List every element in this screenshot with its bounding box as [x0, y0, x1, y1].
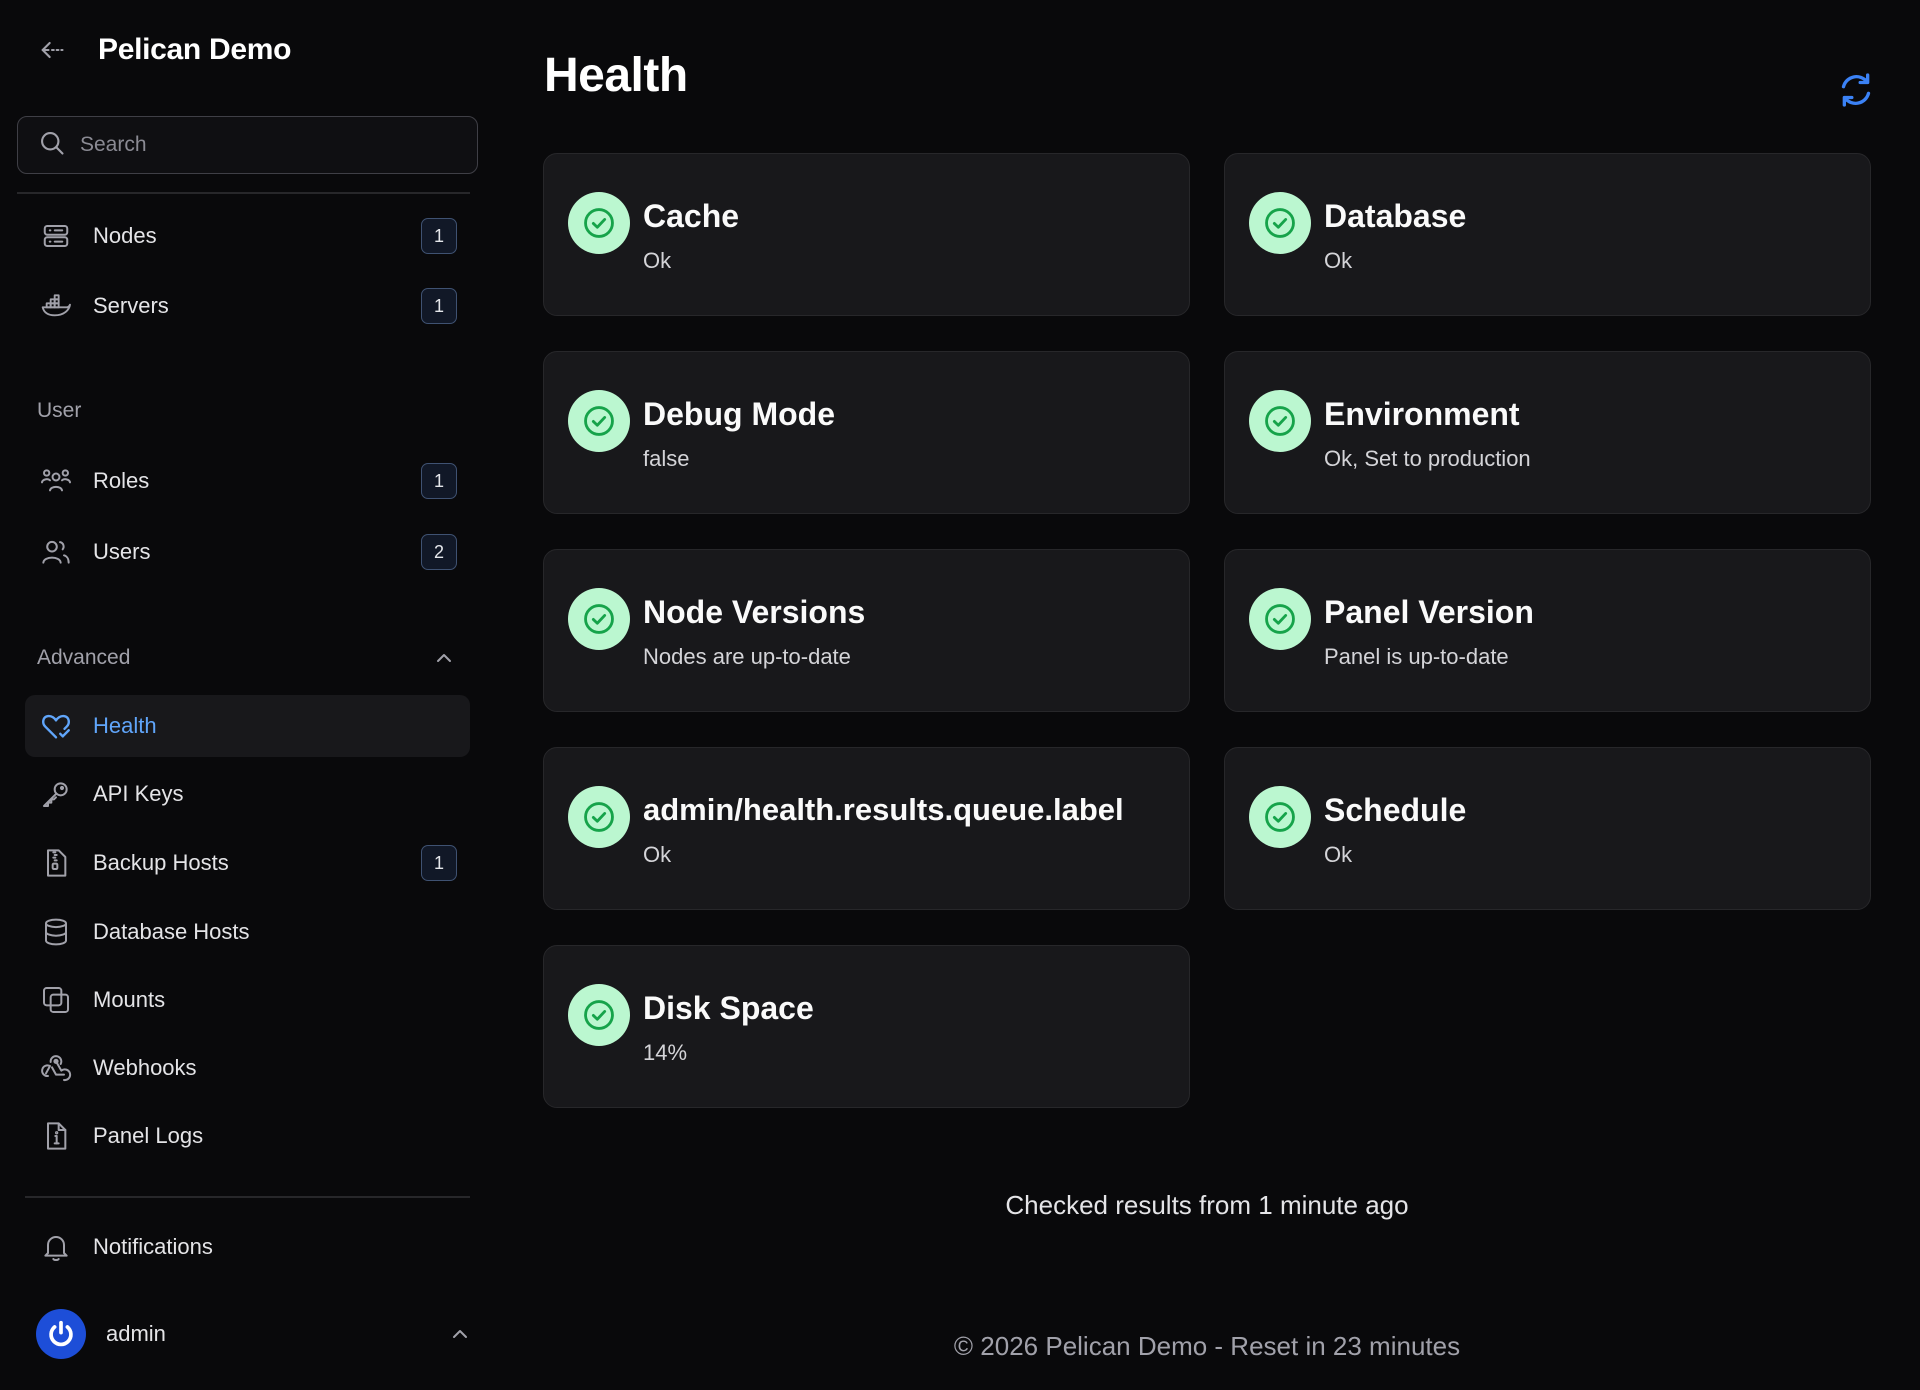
count-badge: 1	[421, 288, 457, 324]
check-circle-icon	[568, 786, 630, 848]
sidebar-item-api-keys[interactable]: API Keys	[25, 763, 470, 825]
count-badge: 1	[421, 463, 457, 499]
check-circle-icon	[568, 984, 630, 1046]
users-icon	[39, 535, 73, 569]
search-input[interactable]	[80, 133, 440, 157]
health-check-card: Debug Mode false	[543, 351, 1190, 514]
check-message: 14%	[643, 1040, 688, 1065]
file-info-icon	[39, 1119, 73, 1153]
search-box[interactable]	[17, 116, 478, 174]
sidebar-item-label: Roles	[93, 468, 150, 493]
check-title: admin/health.results.queue.label	[643, 792, 1124, 827]
back-arrow-icon[interactable]	[36, 34, 68, 66]
check-title: Debug Mode	[643, 396, 835, 432]
sidebar-item-backup-hosts[interactable]: Backup Hosts 1	[25, 832, 470, 894]
sidebar-item-panel-logs[interactable]: Panel Logs	[25, 1105, 470, 1167]
sidebar-item-label: Webhooks	[93, 1055, 197, 1080]
check-title: Panel Version	[1324, 594, 1534, 630]
health-check-card: admin/health.results.queue.label Ok	[543, 747, 1190, 910]
app-root: Pelican Demo Nodes 1	[0, 0, 1920, 1390]
file-zip-icon	[39, 846, 73, 880]
check-title: Environment	[1324, 396, 1520, 432]
count-badge: 2	[421, 534, 457, 570]
sidebar-item-nodes[interactable]: Nodes 1	[25, 205, 470, 267]
check-message: Ok	[1324, 842, 1353, 867]
health-check-card: Environment Ok, Set to production	[1224, 351, 1871, 514]
sidebar-item-label: Panel Logs	[93, 1123, 204, 1148]
check-message: false	[643, 446, 690, 471]
sidebar-item-roles[interactable]: Roles 1	[25, 450, 470, 512]
check-title: Node Versions	[643, 594, 866, 630]
check-message: Ok	[643, 842, 672, 867]
user-group-icon	[39, 464, 73, 498]
user-name: admin	[106, 1321, 166, 1346]
database-icon	[39, 915, 73, 949]
server-rack-icon	[39, 219, 73, 253]
sidebar-item-label: Servers	[93, 293, 169, 318]
health-check-card: Panel Version Panel is up-to-date	[1224, 549, 1871, 712]
last-checked-text: Checked results from 1 minute ago	[1005, 1190, 1409, 1220]
bell-icon	[39, 1230, 73, 1264]
refresh-icon[interactable]	[1836, 70, 1876, 110]
sidebar-item-label: API Keys	[93, 781, 184, 806]
sidebar-item-label: Backup Hosts	[93, 850, 229, 875]
footer-text: © 2026 Pelican Demo - Reset in 23 minute…	[953, 1331, 1461, 1361]
check-circle-icon	[1249, 786, 1311, 848]
health-check-card: Database Ok	[1224, 153, 1871, 316]
check-title: Database	[1324, 198, 1467, 234]
key-icon	[39, 777, 73, 811]
check-message: Nodes are up-to-date	[643, 644, 851, 669]
check-title: Schedule	[1324, 792, 1467, 828]
sidebar-item-mounts[interactable]: Mounts	[25, 969, 470, 1031]
sidebar-item-label: Mounts	[93, 987, 166, 1012]
heart-pulse-icon	[39, 709, 73, 743]
sidebar-item-label: Health	[93, 713, 157, 738]
health-check-card: Node Versions Nodes are up-to-date	[543, 549, 1190, 712]
count-badge: 1	[421, 845, 457, 881]
docker-whale-icon	[39, 289, 73, 323]
page-title: Health	[544, 49, 688, 102]
group-label-user: User	[37, 399, 82, 422]
chevron-up-icon[interactable]	[432, 646, 456, 670]
sidebar-item-label: Nodes	[93, 223, 157, 248]
check-title: Cache	[643, 198, 740, 234]
check-circle-icon	[1249, 390, 1311, 452]
check-message: Panel is up-to-date	[1324, 644, 1509, 669]
user-menu[interactable]: admin	[36, 1308, 470, 1360]
sidebar-item-label: Database Hosts	[93, 919, 250, 944]
divider	[17, 192, 470, 194]
check-circle-icon	[1249, 588, 1311, 650]
webhook-icon	[39, 1051, 73, 1085]
check-circle-icon	[568, 390, 630, 452]
check-title: Disk Space	[643, 990, 814, 1026]
divider	[25, 1196, 470, 1198]
check-circle-icon	[568, 588, 630, 650]
chevron-up-icon[interactable]	[448, 1322, 472, 1346]
sidebar-item-servers[interactable]: Servers 1	[25, 275, 470, 337]
check-circle-icon	[1249, 192, 1311, 254]
sidebar: Pelican Demo Nodes 1	[0, 0, 488, 1390]
sidebar-item-health[interactable]: Health	[25, 695, 470, 757]
sidebar-item-label: Notifications	[93, 1234, 213, 1259]
sidebar-item-webhooks[interactable]: Webhooks	[25, 1037, 470, 1099]
brand: Pelican Demo	[36, 28, 291, 72]
check-message: Ok	[1324, 248, 1353, 273]
copy-layers-icon	[39, 983, 73, 1017]
brand-title: Pelican Demo	[98, 33, 292, 66]
sidebar-item-notifications[interactable]: Notifications	[25, 1216, 470, 1278]
health-check-card: Cache Ok	[543, 153, 1190, 316]
check-message: Ok, Set to production	[1324, 446, 1531, 471]
sidebar-item-users[interactable]: Users 2	[25, 521, 470, 583]
search-icon	[38, 129, 66, 162]
check-circle-icon	[568, 192, 630, 254]
health-check-card: Disk Space 14%	[543, 945, 1190, 1108]
group-label-advanced: Advanced	[37, 646, 131, 669]
count-badge: 1	[421, 218, 457, 254]
sidebar-item-label: Users	[93, 539, 151, 564]
health-check-card: Schedule Ok	[1224, 747, 1871, 910]
sidebar-item-database-hosts[interactable]: Database Hosts	[25, 901, 470, 963]
avatar	[36, 1309, 86, 1359]
check-message: Ok	[643, 248, 672, 273]
